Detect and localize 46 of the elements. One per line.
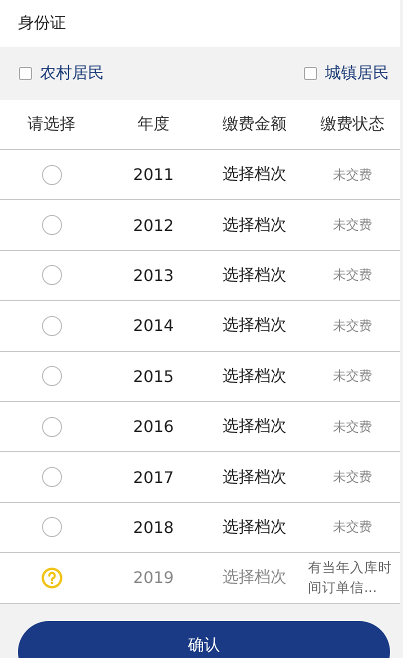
status-cell-text: 未交费 bbox=[333, 217, 372, 234]
radio-button[interactable] bbox=[42, 164, 62, 185]
checkbox-label: 城镇居民 bbox=[325, 63, 389, 84]
status-cell-text: 未交费 bbox=[333, 418, 372, 436]
radio-button[interactable] bbox=[42, 265, 62, 286]
amount-link[interactable]: 选择档次 bbox=[222, 164, 286, 186]
column-header: 请选择 bbox=[26, 114, 76, 135]
year-cell: 2015 bbox=[133, 366, 174, 386]
year-cell: 2014 bbox=[133, 316, 174, 336]
status-cell-text: 未交费 bbox=[333, 318, 372, 335]
status-cell-text: 有当年入库时间订单信... bbox=[308, 558, 393, 598]
amount-link[interactable]: 选择档次 bbox=[222, 516, 286, 538]
id-label: 身份证 bbox=[18, 13, 66, 34]
radio-button[interactable] bbox=[42, 215, 62, 236]
column-header: 缴费状态 bbox=[320, 114, 386, 135]
resident-type-checkbox[interactable]: 农村居民 bbox=[19, 63, 104, 84]
status-cell-text: 未交费 bbox=[333, 519, 372, 536]
status-cell-text: 未交费 bbox=[333, 469, 372, 486]
resident-type-checkbox[interactable]: 城镇居民 bbox=[304, 63, 389, 84]
amount-link[interactable]: 选择档次 bbox=[222, 214, 286, 236]
amount-link[interactable]: 选择档次 bbox=[222, 567, 286, 588]
year-cell: 2011 bbox=[133, 165, 174, 184]
amount-link[interactable]: 选择档次 bbox=[222, 366, 286, 387]
year-cell: 2018 bbox=[133, 518, 174, 537]
radio-button[interactable] bbox=[42, 366, 62, 386]
column-header: 缴费金额 bbox=[222, 114, 288, 135]
year-cell: 2012 bbox=[133, 216, 174, 235]
question-icon[interactable] bbox=[40, 566, 62, 589]
year-cell: 2016 bbox=[133, 417, 174, 436]
checkbox-label: 农村居民 bbox=[40, 63, 104, 84]
status-cell-text: 未交费 bbox=[333, 166, 372, 184]
column-header: 年度 bbox=[136, 114, 170, 135]
amount-link[interactable]: 选择档次 bbox=[222, 416, 286, 438]
radio-button[interactable] bbox=[42, 316, 62, 336]
radio-button[interactable] bbox=[42, 467, 62, 488]
year-cell: 2017 bbox=[133, 468, 174, 487]
status-cell-text: 未交费 bbox=[333, 368, 372, 386]
year-cell: 2019 bbox=[133, 568, 174, 588]
status-cell-text: 未交费 bbox=[333, 267, 372, 284]
confirm-button[interactable]: 确认 bbox=[18, 620, 390, 658]
amount-link[interactable]: 选择档次 bbox=[222, 315, 286, 336]
amount-link[interactable]: 选择档次 bbox=[222, 466, 286, 488]
amount-link[interactable]: 选择档次 bbox=[222, 264, 286, 286]
year-cell: 2013 bbox=[133, 266, 174, 285]
radio-button[interactable] bbox=[42, 517, 62, 538]
radio-button[interactable] bbox=[42, 416, 62, 437]
